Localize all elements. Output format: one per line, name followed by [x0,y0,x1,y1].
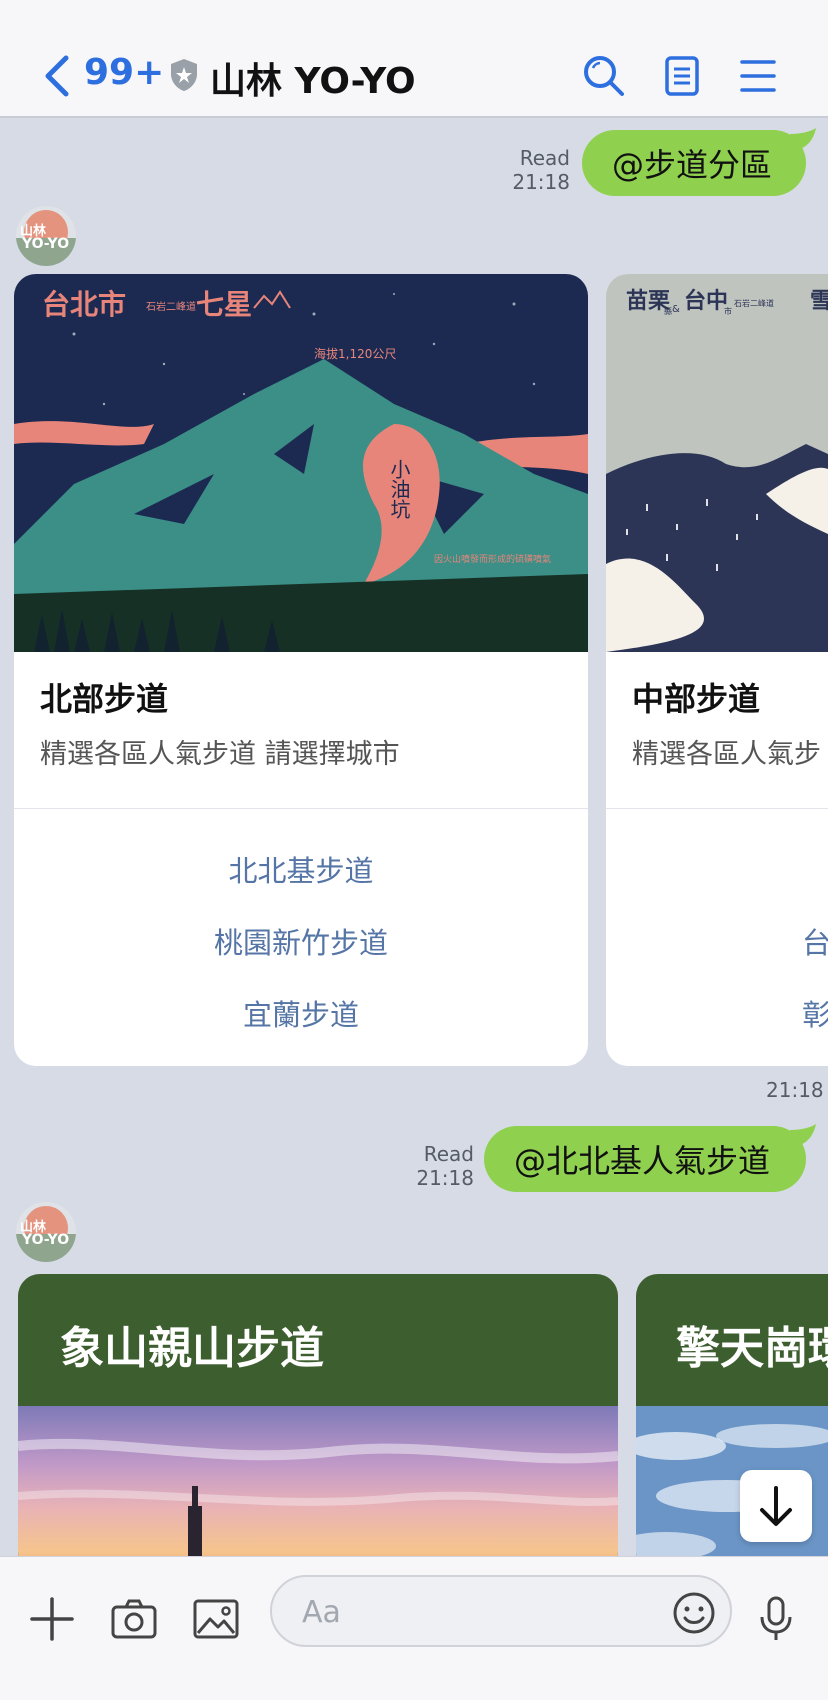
card-title: 北部步道 [40,680,169,718]
verified-shield-icon [171,59,197,91]
chat-title: 山林 YO-YO [210,61,416,102]
message-text: @步道分區 [612,146,773,184]
link-changhua-partial[interactable]: 彰 [802,992,828,1034]
scroll-to-bottom-button[interactable] [740,1470,812,1542]
illustration-peak-name: 七星 [196,288,252,321]
card-subtitle: 精選各區人氣步 [632,739,821,770]
card-title: 中部步道 [632,680,761,718]
area-card-north: 小油坑 台北市 石岩二峰道 七星 海拔1,120公尺 因火山噴發而形成的硫磺噴氣… [14,274,588,1066]
search-icon[interactable] [582,54,626,98]
read-label: Read [423,1142,474,1166]
bot-avatar[interactable]: 山林 YO-YO [16,206,76,266]
link-north-taipei[interactable]: 北北基步道 [14,848,588,890]
sent-message-bubble[interactable]: @北北基人氣步道 [484,1126,806,1192]
read-label: Read [519,146,570,170]
illustration-small-text: 市 [724,306,732,316]
illustration-peak-partial: 雪 [810,289,828,314]
link-yilan[interactable]: 宜蘭步道 [14,992,588,1034]
illustration-headline: 台北市 [42,288,126,321]
sunset-sky-photo [18,1406,618,1574]
card-divider [606,808,828,809]
camera-icon[interactable] [110,1595,158,1643]
card-divider [14,808,588,809]
card-subtitle: 精選各區人氣步道 請選擇城市 [40,739,400,770]
mountain-illustration-image: 小油坑 台北市 石岩二峰道 七星 海拔1,120公尺 因火山噴發而形成的硫磺噴氣 [14,274,588,652]
message-time: 21:18 [416,1166,474,1190]
chat-header: 99+ 山林 YO-YO [0,0,828,118]
message-composer-bar [0,1556,828,1700]
avatar-text: YO-YO [22,236,70,252]
back-chevron-icon[interactable] [42,54,72,98]
snow-mountain-illustration-image: 苗栗 & 台中 縣 市 石岩二峰道 雪 [606,274,828,652]
image-icon[interactable] [192,1595,240,1643]
link-taichung-partial[interactable]: 台 [802,920,828,962]
trail-title: 擎天崗環 [676,1323,828,1374]
sent-message-bubble[interactable]: @步道分區 [582,130,806,196]
avatar-text: YO-YO [22,1232,70,1248]
illustration-small-text: 石岩二峰道 [734,298,774,308]
illustration-connector: & [672,304,680,315]
illustration-small-text: 縣 [664,306,672,316]
message-time: 21:18 [512,170,570,194]
message-time: 21:18 [766,1078,824,1102]
message-input[interactable] [302,1591,602,1633]
read-receipt: Read 21:18 [500,146,570,194]
illustration-city-central: 台中 [684,288,728,314]
message-text: @北北基人氣步道 [514,1142,771,1180]
area-card-central: 苗栗 & 台中 縣 市 石岩二峰道 雪 中部步道 精選各區人氣步 台 彰 [606,274,828,1066]
illustration-spot-text: 小油坑 [387,459,411,519]
trail-card-xiangshan[interactable]: 象山親山步道 [18,1274,618,1574]
illustration-altitude: 海拔1,120公尺 [314,346,396,361]
illustration-small-text: 石岩二峰道 [146,300,196,313]
bot-avatar[interactable]: 山林 YO-YO [16,1202,76,1262]
note-icon[interactable] [660,54,704,98]
bubble-tail-icon [790,128,816,150]
bubble-tail-icon [790,1124,816,1146]
message-input-box[interactable] [270,1575,732,1647]
plus-icon[interactable] [28,1595,76,1643]
menu-icon[interactable] [736,54,780,98]
trail-title: 象山親山步道 [60,1323,324,1374]
link-taoyuan-hsinchu[interactable]: 桃園新竹步道 [14,920,588,962]
unread-count[interactable]: 99+ [84,52,164,93]
emoji-icon[interactable] [672,1591,716,1635]
read-receipt: Read 21:18 [404,1142,474,1190]
arrow-down-icon [760,1486,792,1526]
illustration-note: 因火山噴發而形成的硫磺噴氣 [434,553,551,565]
microphone-icon[interactable] [752,1595,800,1643]
